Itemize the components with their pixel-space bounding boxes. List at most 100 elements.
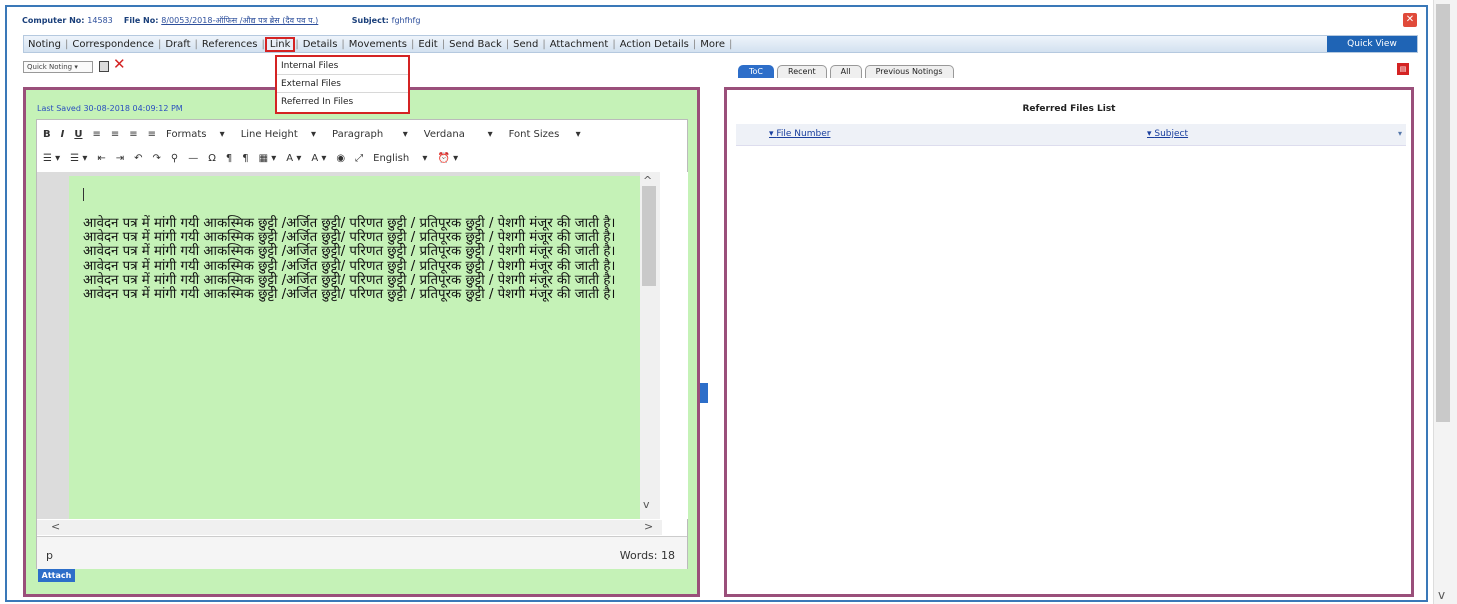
scroll-down-icon[interactable]: v (643, 498, 650, 511)
editor-horizontal-scrollbar[interactable]: < > (37, 520, 662, 535)
bullet-list-icon[interactable]: ☰ ▾ (43, 153, 60, 164)
app-window: Computer No: 14583 File No: 8/0053/2018-… (0, 0, 1457, 604)
align-center-icon[interactable]: ≡ (111, 129, 119, 140)
pdf-icon[interactable]: ▤ (1397, 63, 1409, 75)
menu-item-references[interactable]: References (198, 39, 262, 50)
menu-item-more[interactable]: More (696, 39, 729, 50)
col-file-number-label: File Number (776, 129, 831, 139)
tab-previous-notings[interactable]: Previous Notings (864, 65, 954, 78)
scroll-up-icon[interactable]: ^ (643, 174, 652, 187)
numbered-list-icon[interactable]: ☰ ▾ (70, 153, 87, 164)
column-menu-icon[interactable]: ▾ (1398, 129, 1402, 138)
file-info-bar: Computer No: 14583 File No: 8/0053/2018-… (22, 15, 420, 26)
menu-item-movements[interactable]: Movements (345, 39, 411, 50)
panel-splitter[interactable] (700, 383, 708, 403)
noting-body-text[interactable]: आवेदन पत्र में मांगी गयी आकस्मिक छुट्टी … (83, 216, 629, 302)
formats-label: Formats (166, 128, 207, 140)
quick-noting-select[interactable]: Quick Noting ▾ (23, 61, 93, 73)
language-dropdown[interactable]: English ▾ (373, 153, 427, 164)
link-dropdown-menu: Internal Files External Files Referred I… (275, 55, 410, 114)
menu-item-draft[interactable]: Draft (161, 39, 194, 50)
editor-toolbar-row2: ☰ ▾ ☰ ▾ ⇤ ⇥ ↶ ↷ ⚲ — Ω ¶ ¶ ▦ ▾ A ▾ A ▾ ◉ … (37, 146, 687, 170)
horizontal-rule-icon[interactable]: — (188, 153, 198, 164)
element-path: p (46, 549, 53, 562)
rich-text-editor: B I U ≡ ≡ ≡ ≡ Formats ▾ Line Height ▾ Pa… (36, 119, 688, 569)
outdent-icon[interactable]: ⇤ (97, 153, 105, 164)
attach-button[interactable]: Attach (38, 569, 75, 582)
align-right-icon[interactable]: ≡ (129, 129, 137, 140)
menu-items: Noting | Correspondence | Draft | References | L… (24, 36, 732, 52)
italic-button[interactable]: I (61, 129, 65, 140)
menu-item-internal-files[interactable]: Internal Files (277, 57, 408, 75)
rtl-icon[interactable]: ¶ (242, 153, 248, 164)
col-file-number[interactable]: ▾ File Number (769, 129, 830, 139)
tab-toc[interactable]: ToC (738, 65, 775, 78)
menu-item-details[interactable]: Details (299, 39, 342, 50)
page-scroll-down-icon[interactable]: v (1438, 588, 1445, 602)
editor-vertical-scrollbar[interactable]: ^ v (640, 172, 688, 519)
computer-no-value: 14583 (87, 16, 113, 25)
menu-bar: Noting | Correspondence | Draft | References | L… (23, 35, 1418, 53)
scroll-left-icon[interactable]: < (51, 520, 60, 533)
close-icon[interactable]: ✕ (1403, 13, 1417, 27)
subject-value: fghfhfg (391, 16, 421, 25)
menu-item-send-back[interactable]: Send Back (445, 39, 506, 50)
save-icon[interactable] (99, 61, 109, 72)
text-color-icon[interactable]: A ▾ (286, 153, 301, 164)
edit-area[interactable]: आवेदन पत्र में मांगी गयी आकस्मिक छुट्टी … (37, 172, 641, 519)
quick-noting-label: Quick Noting (27, 63, 73, 71)
discard-icon[interactable]: ✕ (113, 57, 126, 72)
font-family-label: Verdana (423, 128, 465, 140)
tab-all[interactable]: All (829, 65, 862, 78)
menu-item-send[interactable]: Send (509, 39, 542, 50)
paragraph-label: Paragraph (331, 128, 384, 140)
file-no-label: File No: (123, 16, 159, 25)
menu-item-edit[interactable]: Edit (414, 39, 441, 50)
table-icon[interactable]: ▦ ▾ (259, 153, 277, 164)
undo-icon[interactable]: ↶ (134, 153, 142, 164)
bg-color-icon[interactable]: A ▾ (311, 153, 326, 164)
indent-icon[interactable]: ⇥ (116, 153, 124, 164)
col-subject-label: Subject (1154, 129, 1189, 139)
col-subject[interactable]: ▾ Subject (1147, 129, 1188, 139)
page-scroll-thumb[interactable] (1436, 4, 1450, 422)
time-icon[interactable]: ⏰ ▾ (437, 153, 458, 164)
menu-item-noting[interactable]: Noting (24, 39, 65, 50)
font-family-dropdown[interactable]: Verdana ▾ (424, 129, 493, 140)
underline-button[interactable]: U (74, 129, 82, 140)
bold-button[interactable]: B (43, 129, 51, 140)
formats-dropdown[interactable]: Formats ▾ (166, 129, 225, 140)
align-left-icon[interactable]: ≡ (92, 129, 100, 140)
preview-icon[interactable]: ◉ (336, 153, 345, 164)
right-tabs: ToC Recent All Previous Notings (738, 65, 957, 79)
ltr-icon[interactable]: ¶ (226, 153, 232, 164)
menu-item-external-files[interactable]: External Files (277, 75, 408, 93)
page-scrollbar[interactable]: v (1433, 0, 1457, 604)
menu-item-correspondence[interactable]: Correspondence (68, 39, 158, 50)
vscroll-thumb[interactable] (642, 186, 656, 286)
find-icon[interactable]: ⚲ (171, 153, 178, 164)
subject-label: Subject: (351, 16, 389, 25)
computer-no-label: Computer No: (22, 16, 85, 25)
special-char-icon[interactable]: Ω (208, 153, 216, 164)
align-justify-icon[interactable]: ≡ (148, 129, 156, 140)
font-sizes-dropdown[interactable]: Font Sizes ▾ (509, 129, 581, 140)
menu-item-referred-in-files[interactable]: Referred In Files (277, 93, 408, 111)
menu-item-link[interactable]: Link (264, 36, 296, 52)
last-saved-text: Last Saved 30-08-2018 04:09:12 PM (37, 104, 183, 113)
scroll-right-icon[interactable]: > (644, 520, 653, 533)
menu-item-action-details[interactable]: Action Details (616, 39, 693, 50)
fullscreen-icon[interactable]: ⤢ (355, 153, 363, 164)
menu-item-attachment[interactable]: Attachment (546, 39, 613, 50)
editor-toolbar-row1: B I U ≡ ≡ ≡ ≡ Formats ▾ Line Height ▾ Pa… (37, 122, 687, 146)
menu-separator: | (729, 38, 733, 50)
referred-files-title: Referred Files List (1022, 104, 1116, 114)
editor-page[interactable]: आवेदन पत्र में मांगी गयी आकस्मिक छुट्टी … (69, 176, 641, 519)
tab-recent[interactable]: Recent (777, 65, 827, 78)
font-sizes-label: Font Sizes (508, 128, 560, 140)
paragraph-dropdown[interactable]: Paragraph ▾ (332, 129, 408, 140)
file-no-link[interactable]: 8/0053/2018-ऑफिस /औद्य पत्र ब्रेस (दैव प… (161, 16, 318, 25)
line-height-dropdown[interactable]: Line Height ▾ (241, 129, 316, 140)
quick-view-button[interactable]: Quick View (1327, 36, 1417, 52)
redo-icon[interactable]: ↷ (153, 153, 161, 164)
